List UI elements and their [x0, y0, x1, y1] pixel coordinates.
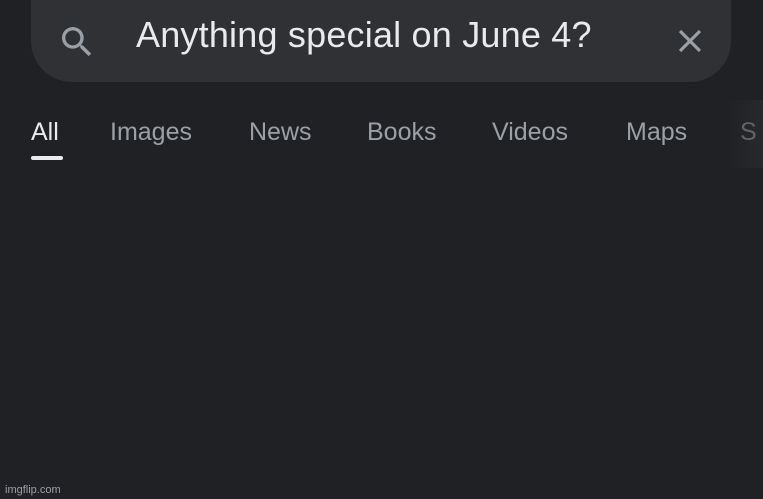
- search-tabs: All Images News Books Videos Maps S: [0, 100, 763, 180]
- search-bar[interactable]: Anything special on June 4?: [31, 0, 731, 82]
- search-results-page: Anything special on June 4? All Images N…: [0, 0, 763, 499]
- tab-maps[interactable]: Maps: [626, 118, 687, 147]
- active-tab-indicator: [31, 156, 63, 160]
- close-icon[interactable]: [671, 22, 709, 60]
- search-icon[interactable]: [57, 22, 97, 62]
- tab-books[interactable]: Books: [367, 118, 436, 147]
- tab-images[interactable]: Images: [110, 118, 192, 147]
- search-query[interactable]: Anything special on June 4?: [136, 14, 592, 56]
- imgflip-watermark: imgflip.com: [5, 484, 61, 496]
- tab-all[interactable]: All: [31, 118, 59, 147]
- tab-news[interactable]: News: [249, 118, 312, 147]
- tab-videos[interactable]: Videos: [492, 118, 568, 147]
- tab-overflow-partial[interactable]: S: [740, 118, 757, 147]
